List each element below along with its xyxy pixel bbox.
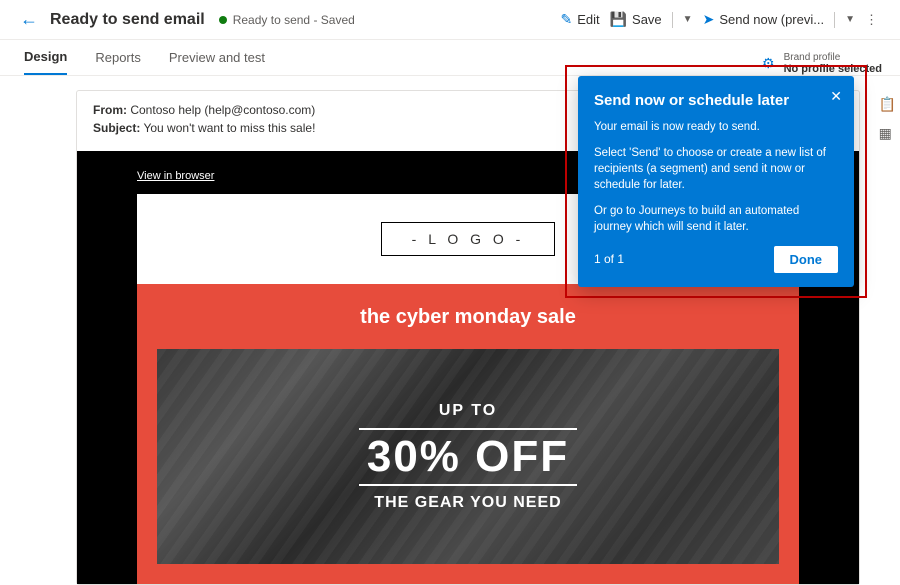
- gear-icon: ⚙: [762, 55, 775, 71]
- save-icon: 💾: [610, 11, 627, 28]
- from-value: Contoso help (help@contoso.com): [130, 103, 315, 117]
- status-text: Ready to send - Saved: [233, 13, 355, 27]
- divider: [672, 12, 673, 28]
- pencil-icon: ✎: [560, 11, 572, 28]
- back-button[interactable]: ←: [20, 9, 38, 30]
- callout-line3: Or go to Journeys to build an automated …: [594, 203, 838, 235]
- top-bar: ← Ready to send email Ready to send - Sa…: [0, 0, 900, 40]
- callout-step: 1 of 1: [594, 252, 624, 266]
- edit-button[interactable]: ✎ Edit: [560, 11, 599, 28]
- hero-image: UP TO 30% OFF THE GEAR YOU NEED: [157, 349, 779, 564]
- promo-section: the cyber monday sale UP TO 30% OFF THE …: [137, 284, 799, 584]
- from-label: From:: [93, 103, 127, 117]
- send-icon: ➤: [703, 11, 715, 28]
- save-label: Save: [632, 12, 662, 27]
- done-button[interactable]: Done: [774, 246, 839, 273]
- tab-reports[interactable]: Reports: [95, 40, 141, 75]
- status-dot: [219, 16, 227, 24]
- edit-label: Edit: [577, 12, 599, 27]
- side-rail: 📋 ▦: [879, 96, 896, 142]
- save-button[interactable]: 💾 Save: [610, 11, 662, 28]
- send-button[interactable]: ➤ Send now (previ...: [703, 11, 825, 28]
- grid-icon[interactable]: ▦: [879, 125, 896, 142]
- sale-title: the cyber monday sale: [157, 306, 779, 329]
- top-actions: ✎ Edit 💾 Save ▼ ➤ Send now (previ... ▼ ⋮: [560, 11, 880, 28]
- divider: [834, 12, 835, 28]
- callout-title: Send now or schedule later: [594, 92, 838, 109]
- callout-line2: Select 'Send' to choose or create a new …: [594, 145, 838, 193]
- tab-preview[interactable]: Preview and test: [169, 40, 265, 75]
- subject-label: Subject:: [93, 121, 140, 135]
- page-title: Ready to send email: [50, 11, 205, 29]
- teaching-callout: ✕ Send now or schedule later Your email …: [578, 76, 854, 287]
- subject-value: You won't want to miss this sale!: [143, 121, 315, 135]
- tab-design[interactable]: Design: [24, 40, 67, 75]
- callout-line1: Your email is now ready to send.: [594, 119, 838, 135]
- clipboard-icon[interactable]: 📋: [879, 96, 896, 113]
- hero-percent: 30% OFF: [359, 428, 577, 486]
- close-icon[interactable]: ✕: [830, 88, 842, 105]
- view-in-browser-link[interactable]: View in browser: [137, 170, 214, 182]
- send-chevron-icon[interactable]: ▼: [845, 14, 855, 25]
- callout-footer: 1 of 1 Done: [594, 246, 838, 273]
- hero-up-to: UP TO: [439, 402, 497, 420]
- hero-tagline: THE GEAR YOU NEED: [374, 494, 561, 512]
- brand-label: Brand profile: [784, 52, 882, 63]
- send-label: Send now (previ...: [719, 12, 824, 27]
- save-chevron-icon[interactable]: ▼: [683, 14, 693, 25]
- more-menu[interactable]: ⋮: [865, 12, 880, 28]
- logo-placeholder: - L O G O -: [381, 222, 556, 256]
- brand-profile[interactable]: ⚙ Brand profile No profile selected: [762, 52, 882, 75]
- brand-value: No profile selected: [784, 63, 882, 75]
